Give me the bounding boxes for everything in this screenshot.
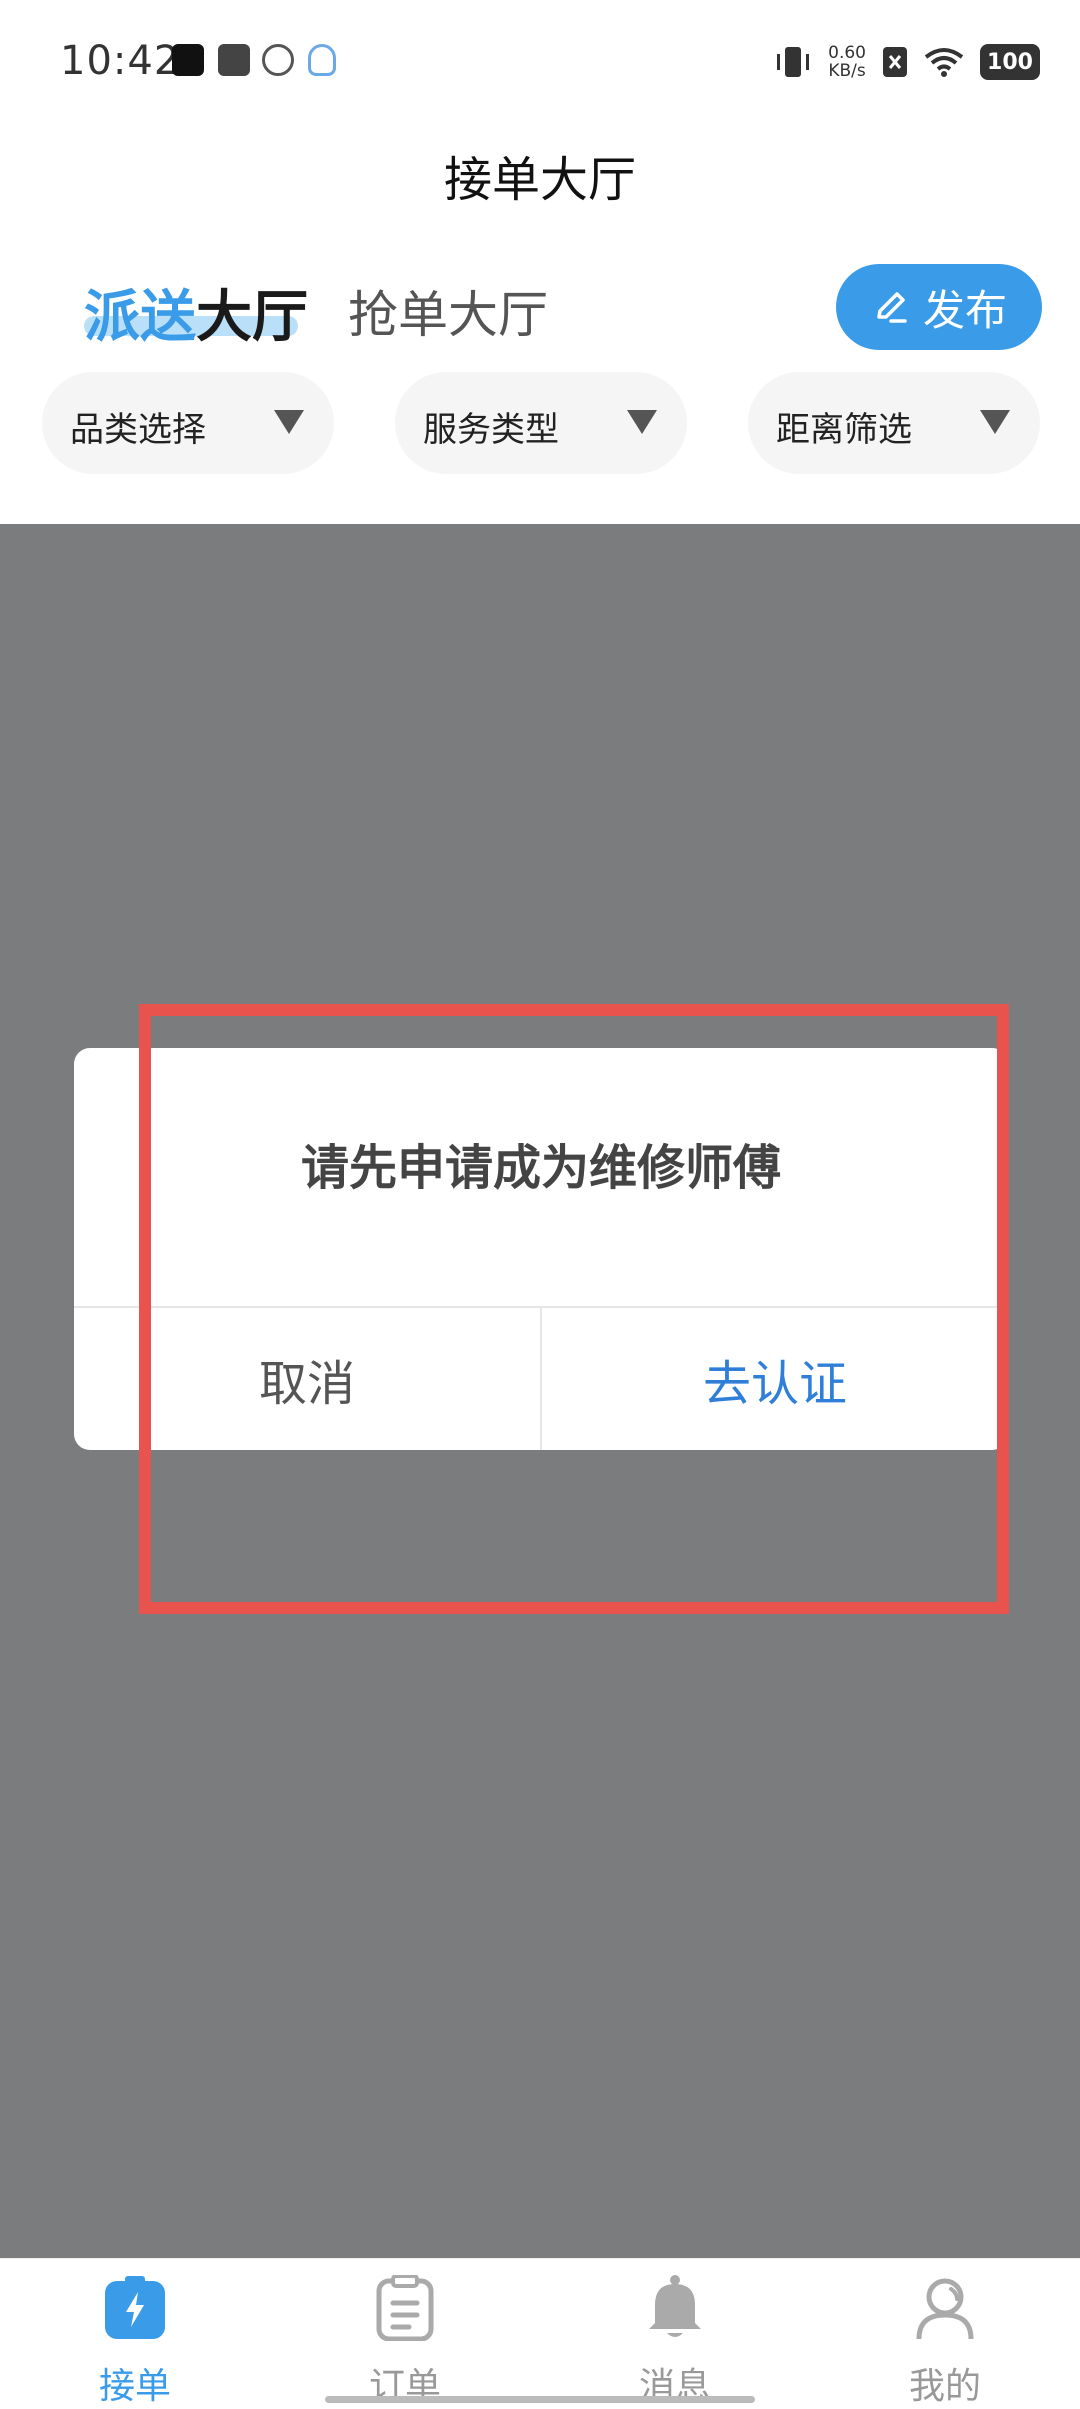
bottom-nav: 接单 订单 消息 我的 — [0, 2258, 1080, 2409]
vibrate-icon — [777, 47, 810, 77]
dropdown-arrow-icon — [627, 410, 657, 434]
status-right: 0.60 KB/s 100 — [774, 40, 1040, 84]
tiktok-icon — [172, 44, 204, 76]
dropdown-arrow-icon — [274, 410, 304, 434]
lightning-icon — [105, 2276, 165, 2339]
filter-distance[interactable]: 距离筛选 — [748, 372, 1040, 474]
tab-dispatch-label-part1: 派送 — [84, 285, 196, 350]
page-title: 接单大厅 — [443, 152, 636, 208]
wifi-icon — [924, 48, 964, 77]
filter-service-type-label: 服务类型 — [423, 410, 559, 450]
status-time: 10:42 — [60, 38, 181, 84]
filter-service-type[interactable]: 服务类型 — [395, 372, 687, 474]
nav-item-profile[interactable]: 我的 — [810, 2259, 1080, 2409]
clipboard-icon — [376, 2275, 434, 2341]
pencil-icon — [877, 292, 907, 323]
user-icon — [916, 2278, 974, 2340]
nav-item-orders[interactable]: 订单 — [270, 2259, 540, 2409]
bell-icon — [649, 2275, 701, 2337]
nav-item-messages[interactable]: 消息 — [540, 2259, 810, 2409]
publish-label: 发布 — [922, 285, 1007, 335]
tab-grab-hall[interactable]: 抢单大厅 — [348, 275, 548, 347]
status-bar: 10:42 0.60 KB/s 100 — [0, 0, 1080, 130]
publish-button[interactable]: 发布 — [836, 264, 1042, 350]
battery-indicator: 100 — [980, 44, 1040, 80]
filter-distance-label: 距离筛选 — [776, 410, 912, 450]
tab-dispatch-label-part2: 大厅 — [196, 285, 308, 350]
dropdown-arrow-icon — [980, 410, 1010, 434]
nav-label-profile: 我的 — [908, 2366, 981, 2407]
net-speed-value: 0.60 — [828, 43, 866, 63]
shopping-bag-icon — [218, 44, 250, 76]
qq-icon — [308, 44, 336, 76]
filter-category[interactable]: 品类选择 — [42, 372, 334, 474]
no-sim-icon — [883, 47, 907, 77]
net-speed-unit: KB/s — [828, 61, 866, 81]
nav-item-orders-hall[interactable]: 接单 — [0, 2259, 270, 2409]
highlight-annotation-box — [139, 1004, 1009, 1614]
filter-category-label: 品类选择 — [70, 410, 206, 450]
net-speed: 0.60 KB/s — [828, 44, 866, 80]
tab-dispatch-hall[interactable]: 派送大厅 — [84, 272, 308, 353]
nav-label-orders-hall: 接单 — [98, 2366, 171, 2407]
home-indicator[interactable] — [325, 2396, 755, 2403]
app-leaf-icon — [262, 44, 294, 76]
